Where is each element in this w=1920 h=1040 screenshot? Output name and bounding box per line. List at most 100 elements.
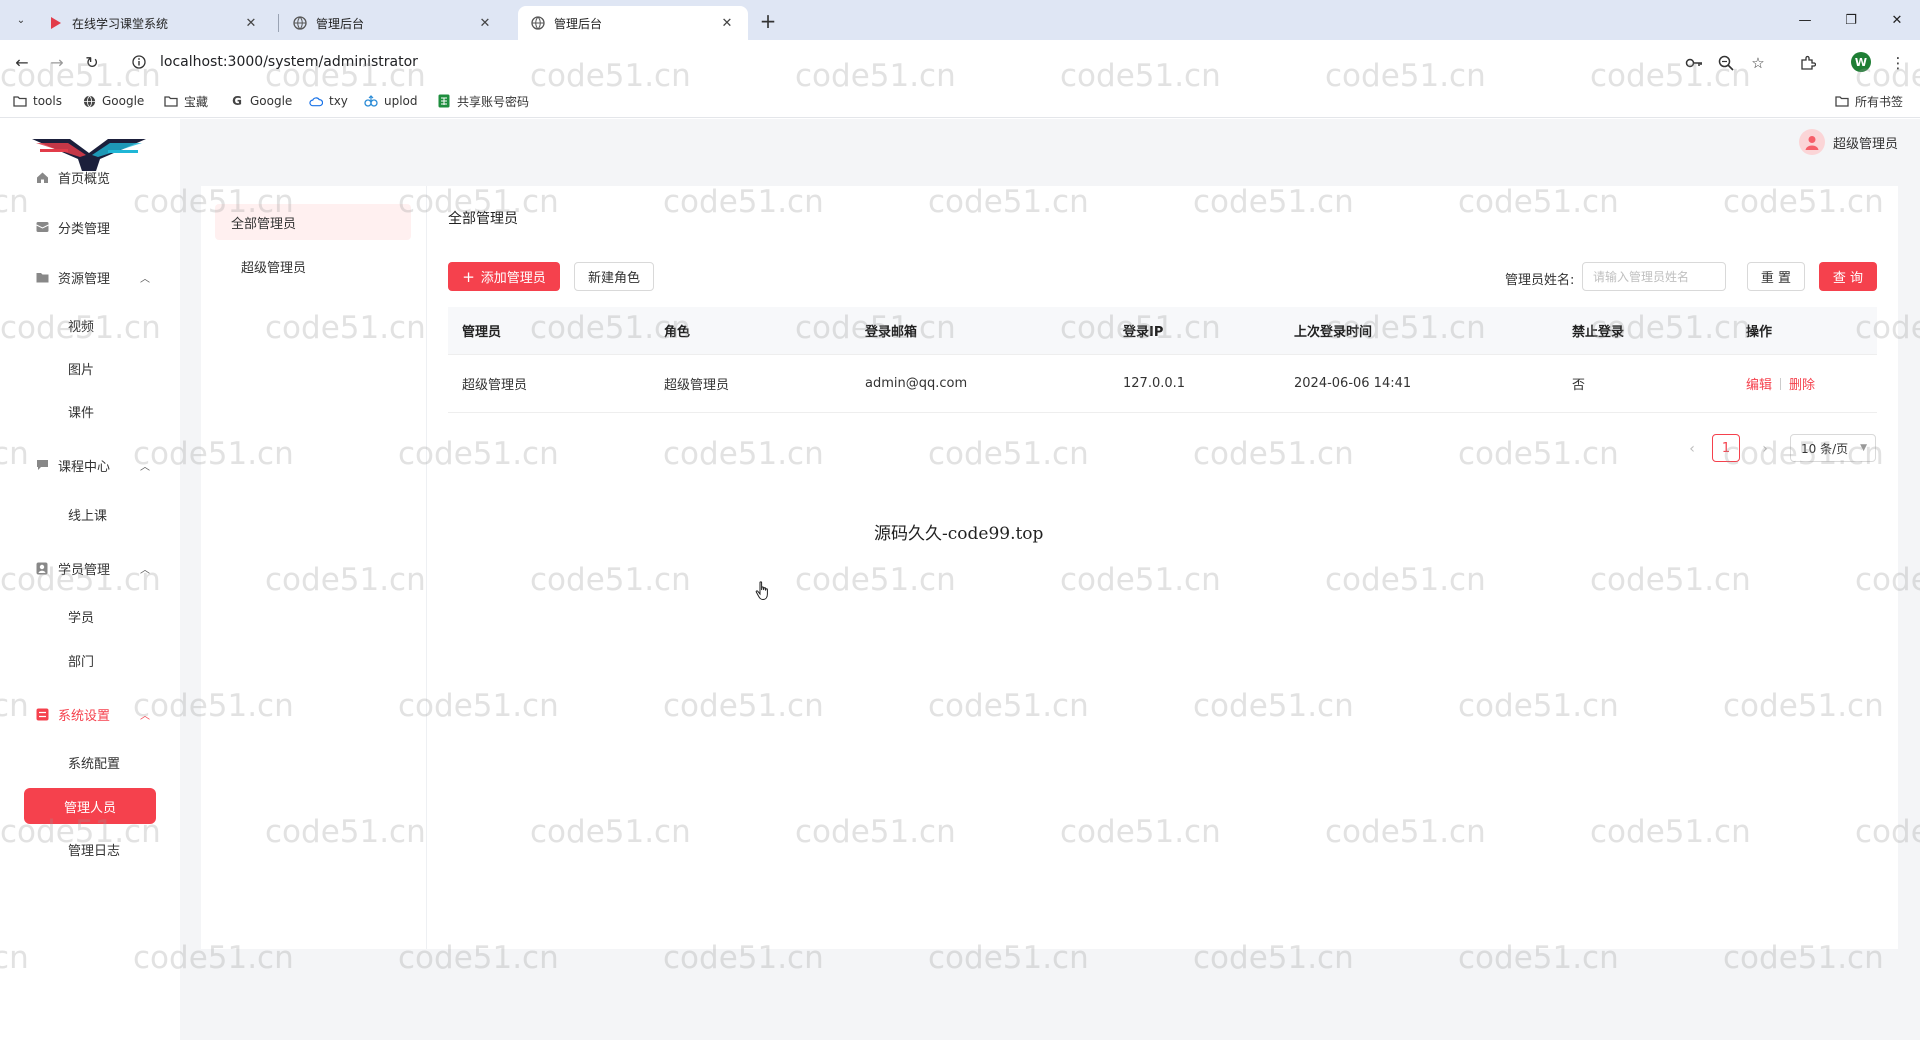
close-window-icon[interactable]: ✕ bbox=[1874, 0, 1920, 40]
main-panel: 全部管理员 超级管理员 全部管理员 + 添加管理员 新建角色 管理员姓名: 重 … bbox=[201, 186, 1898, 949]
folder-icon bbox=[164, 94, 178, 108]
edit-link[interactable]: 编辑 bbox=[1746, 374, 1772, 393]
zoom-icon[interactable] bbox=[1715, 52, 1737, 74]
site-info-icon[interactable] bbox=[130, 53, 148, 71]
current-user[interactable]: 超级管理员 bbox=[1798, 129, 1898, 155]
browser-toolbar: ← → ↻ localhost:3000/system/administrato… bbox=[0, 40, 1920, 84]
all-bookmarks[interactable]: 所有书签 bbox=[1835, 92, 1903, 110]
new-tab-button[interactable]: + bbox=[756, 9, 780, 33]
globe-icon bbox=[292, 15, 308, 31]
restore-icon[interactable]: ❐ bbox=[1828, 0, 1874, 40]
password-key-icon[interactable] bbox=[1683, 52, 1705, 74]
filter-label: 管理员姓名: bbox=[1505, 273, 1575, 288]
prev-page-icon[interactable]: ‹ bbox=[1681, 438, 1703, 460]
avatar bbox=[1798, 129, 1825, 155]
submenu-student[interactable]: 学员 bbox=[24, 599, 156, 633]
bookmark-google[interactable]: Google bbox=[82, 92, 144, 110]
menu-course-center[interactable]: 课程中心 ︿ bbox=[24, 447, 156, 483]
chevron-down-icon: ▼ bbox=[1860, 443, 1867, 453]
col-header-actions: 操作 bbox=[1746, 325, 1773, 340]
bookmark-shared-accounts[interactable]: 共享账号密码 bbox=[437, 92, 529, 110]
cell-banned: 否 bbox=[1572, 378, 1586, 393]
submenu-department[interactable]: 部门 bbox=[24, 643, 156, 677]
bookmark-label: 宝藏 bbox=[184, 94, 209, 109]
menu-system-settings[interactable]: 系统设置 ︿ bbox=[24, 696, 156, 732]
bookmark-google-2[interactable]: G Google bbox=[230, 92, 292, 110]
cell-last-login: 2024-06-06 14:41 bbox=[1294, 376, 1412, 391]
close-icon[interactable]: ✕ bbox=[718, 14, 736, 32]
cell-email: admin@qq.com bbox=[865, 376, 968, 391]
menu-label: 资源管理 bbox=[58, 271, 111, 287]
tab-title: 管理后台 bbox=[316, 16, 365, 31]
browser-tab-2[interactable]: 管理后台 ✕ bbox=[280, 6, 506, 40]
bookmark-star-icon[interactable]: ☆ bbox=[1747, 52, 1769, 74]
browser-tab-3[interactable]: 管理后台 ✕ bbox=[518, 6, 748, 40]
next-page-icon[interactable]: › bbox=[1754, 438, 1776, 460]
search-button[interactable]: 查 询 bbox=[1819, 262, 1877, 291]
user-icon bbox=[34, 560, 50, 576]
tab-divider bbox=[278, 14, 279, 32]
cloud-icon bbox=[309, 94, 323, 108]
more-menu-icon[interactable]: ⋮ bbox=[1887, 52, 1909, 74]
chat-icon bbox=[34, 457, 50, 473]
tab-title: 在线学习课堂系统 bbox=[72, 16, 169, 31]
google-icon: G bbox=[232, 94, 242, 108]
submenu-system-config[interactable]: 系统配置 bbox=[24, 745, 156, 779]
new-role-button[interactable]: 新建角色 bbox=[574, 262, 654, 291]
bookmark-label: uplod bbox=[384, 94, 418, 108]
play-logo-icon bbox=[48, 15, 64, 31]
bookmark-tools[interactable]: tools bbox=[13, 92, 62, 110]
close-icon[interactable]: ✕ bbox=[242, 14, 260, 32]
bookmark-txy[interactable]: txy bbox=[309, 92, 348, 110]
submenu-administrators[interactable]: 管理人员 bbox=[24, 788, 156, 824]
page-size-select[interactable]: 10 条/页 ▼ bbox=[1790, 434, 1876, 462]
col-header-ip: 登录IP bbox=[1123, 325, 1164, 340]
page-size-label: 10 条/页 bbox=[1801, 441, 1849, 456]
forward-icon[interactable]: → bbox=[45, 50, 69, 74]
reload-icon[interactable]: ↻ bbox=[80, 50, 104, 74]
plus-icon: + bbox=[462, 267, 475, 286]
submenu-online-course[interactable]: 线上课 bbox=[24, 497, 156, 531]
back-icon[interactable]: ← bbox=[10, 50, 34, 74]
tab-title: 管理后台 bbox=[554, 16, 603, 31]
menu-resources[interactable]: 资源管理 ︿ bbox=[24, 259, 156, 295]
sheet-icon bbox=[437, 94, 451, 108]
page-title: 全部管理员 bbox=[448, 211, 518, 227]
tab-search-icon[interactable]: ⌄ bbox=[10, 9, 32, 31]
browser-tab-1[interactable]: 在线学习课堂系统 ✕ bbox=[36, 6, 272, 40]
menu-students[interactable]: 学员管理 ︿ bbox=[24, 550, 156, 586]
bookmark-label: Google bbox=[250, 94, 293, 108]
bookmarks-bar: tools Google 宝藏 G Google txy uplod 共享账号密… bbox=[0, 84, 1920, 118]
bookmark-label: Google bbox=[102, 94, 145, 108]
delete-link[interactable]: 删除 bbox=[1789, 374, 1815, 393]
add-admin-button[interactable]: + 添加管理员 bbox=[448, 262, 560, 291]
menu-category[interactable]: 分类管理 bbox=[24, 209, 156, 245]
menu-home[interactable]: 首页概览 bbox=[24, 159, 156, 195]
cell-actions: 编辑 删除 bbox=[1746, 355, 1815, 412]
bookmark-uplod[interactable]: uplod bbox=[364, 92, 418, 110]
extensions-icon[interactable] bbox=[1797, 52, 1819, 74]
page-1-button[interactable]: 1 bbox=[1712, 434, 1740, 462]
upload-icon bbox=[364, 94, 378, 108]
profile-avatar[interactable]: W bbox=[1851, 52, 1871, 72]
chevron-up-icon: ︿ bbox=[140, 710, 150, 722]
submenu-courseware[interactable]: 课件 bbox=[24, 394, 156, 428]
cell-ip: 127.0.0.1 bbox=[1123, 376, 1186, 391]
submenu-admin-log[interactable]: 管理日志 bbox=[24, 832, 156, 866]
minimize-icon[interactable]: — bbox=[1782, 0, 1828, 40]
admin-name-search-input[interactable] bbox=[1582, 262, 1726, 291]
chevron-up-icon: ︿ bbox=[140, 461, 150, 473]
globe-icon bbox=[82, 94, 96, 108]
address-bar[interactable]: localhost:3000/system/administrator bbox=[122, 46, 1682, 78]
close-icon[interactable]: ✕ bbox=[476, 14, 494, 32]
sidebar: 首页概览 分类管理 资源管理 ︿ 视频 图片 课件 课程中心 ︿ 线上课 学员管… bbox=[0, 119, 180, 1040]
submenu-image[interactable]: 图片 bbox=[24, 351, 156, 385]
bookmark-treasure[interactable]: 宝藏 bbox=[164, 92, 208, 110]
menu-label: 系统设置 bbox=[58, 708, 111, 724]
reset-button[interactable]: 重 置 bbox=[1747, 262, 1805, 291]
submenu-video[interactable]: 视频 bbox=[24, 308, 156, 342]
subnav-super-admin[interactable]: 超级管理员 bbox=[215, 248, 411, 284]
subnav-all-admins[interactable]: 全部管理员 bbox=[215, 204, 411, 240]
folder-icon bbox=[13, 94, 27, 108]
col-header-banned: 禁止登录 bbox=[1572, 325, 1625, 340]
